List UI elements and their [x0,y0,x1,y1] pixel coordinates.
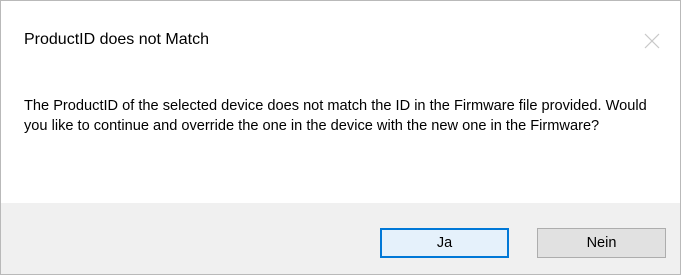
message-dialog: ProductID does not Match The ProductID o… [0,0,681,275]
yes-button[interactable]: Ja [380,228,509,258]
dialog-button-bar: Ja Nein [1,203,680,274]
close-icon [644,33,660,49]
close-button[interactable] [636,25,668,57]
dialog-title: ProductID does not Match [24,31,209,48]
dialog-message: The ProductID of the selected device doe… [24,98,647,134]
dialog-titlebar: ProductID does not Match [1,1,680,85]
no-button[interactable]: Nein [537,228,666,258]
